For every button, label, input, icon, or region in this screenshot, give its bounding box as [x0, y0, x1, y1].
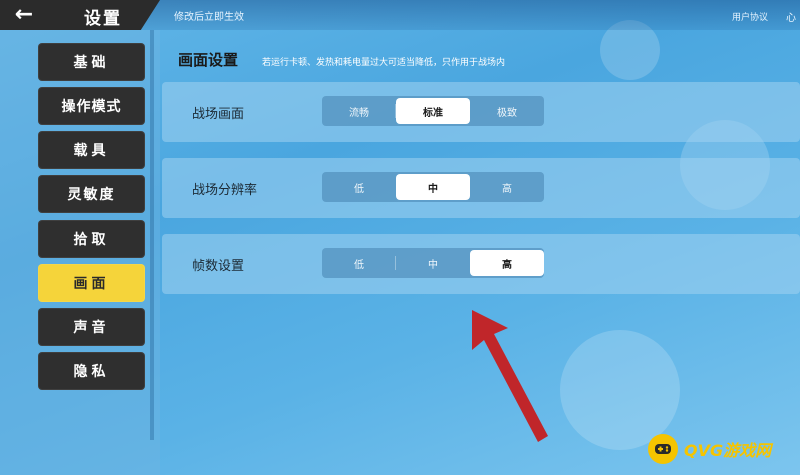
- quality-selector: 流畅 标准 极致: [322, 96, 544, 126]
- back-arrow-icon: ←: [14, 2, 34, 27]
- option-low[interactable]: 低: [322, 248, 396, 278]
- sidebar-item-label: 灵敏度: [67, 187, 116, 203]
- option-extreme[interactable]: 极致: [470, 96, 544, 126]
- sidebar-item-graphics[interactable]: 画面: [38, 264, 145, 302]
- option-low[interactable]: 低: [322, 172, 396, 202]
- sidebar-item-label: 拾取: [73, 232, 110, 248]
- setting-label: 战场分辨率: [192, 183, 258, 198]
- truncated-link[interactable]: 心: [786, 9, 796, 24]
- setting-row-battle-graphics: 战场画面 流畅 标准 极致: [162, 82, 800, 142]
- watermark-text: QVG游戏网: [684, 441, 772, 460]
- sidebar-item-vehicle[interactable]: 载具: [38, 131, 145, 169]
- sidebar-item-label: 画面: [73, 276, 110, 292]
- section-title: 画面设置: [178, 51, 239, 69]
- sidebar-item-sound[interactable]: 声音: [38, 308, 145, 346]
- sidebar-item-pickup[interactable]: 拾取: [38, 220, 145, 258]
- option-medium[interactable]: 中: [396, 174, 470, 200]
- setting-row-frame-rate: 帧数设置 低 中 高: [162, 234, 800, 294]
- frame-rate-selector: 低 中 高: [322, 248, 544, 278]
- setting-label: 帧数设置: [192, 259, 245, 274]
- watermark: QVG游戏网: [648, 432, 798, 466]
- user-agreement-link[interactable]: 用户协议: [732, 10, 768, 23]
- sidebar-divider: [150, 30, 154, 440]
- sidebar-item-control-mode[interactable]: 操作模式: [38, 87, 145, 125]
- gamepad-icon: [648, 434, 678, 464]
- section-description: 若运行卡顿、发热和耗电量过大可适当降低，只作用于战场内: [262, 58, 506, 68]
- option-smooth[interactable]: 流畅: [322, 96, 396, 126]
- sidebar-item-label: 操作模式: [61, 99, 122, 115]
- sidebar-item-privacy[interactable]: 隐私: [38, 352, 145, 390]
- option-medium[interactable]: 中: [396, 248, 470, 278]
- option-high[interactable]: 高: [470, 172, 544, 202]
- sidebar-item-basic[interactable]: 基础: [38, 43, 145, 81]
- option-high[interactable]: 高: [470, 250, 544, 276]
- option-standard[interactable]: 标准: [396, 98, 470, 124]
- back-button[interactable]: ←: [6, 3, 42, 27]
- setting-label: 战场画面: [192, 107, 245, 122]
- sidebar-item-sensitivity[interactable]: 灵敏度: [38, 175, 145, 213]
- page-title: 设置: [84, 9, 122, 29]
- sidebar-item-label: 载具: [73, 143, 110, 159]
- apply-notice: 修改后立即生效: [174, 12, 244, 23]
- sidebar-item-label: 声音: [73, 320, 110, 336]
- sidebar-item-label: 隐私: [73, 364, 110, 380]
- sidebar-item-label: 基础: [73, 55, 110, 71]
- annotation-arrow-icon: [472, 310, 548, 442]
- setting-row-battle-resolution: 战场分辨率 低 中 高: [162, 158, 800, 218]
- resolution-selector: 低 中 高: [322, 172, 544, 202]
